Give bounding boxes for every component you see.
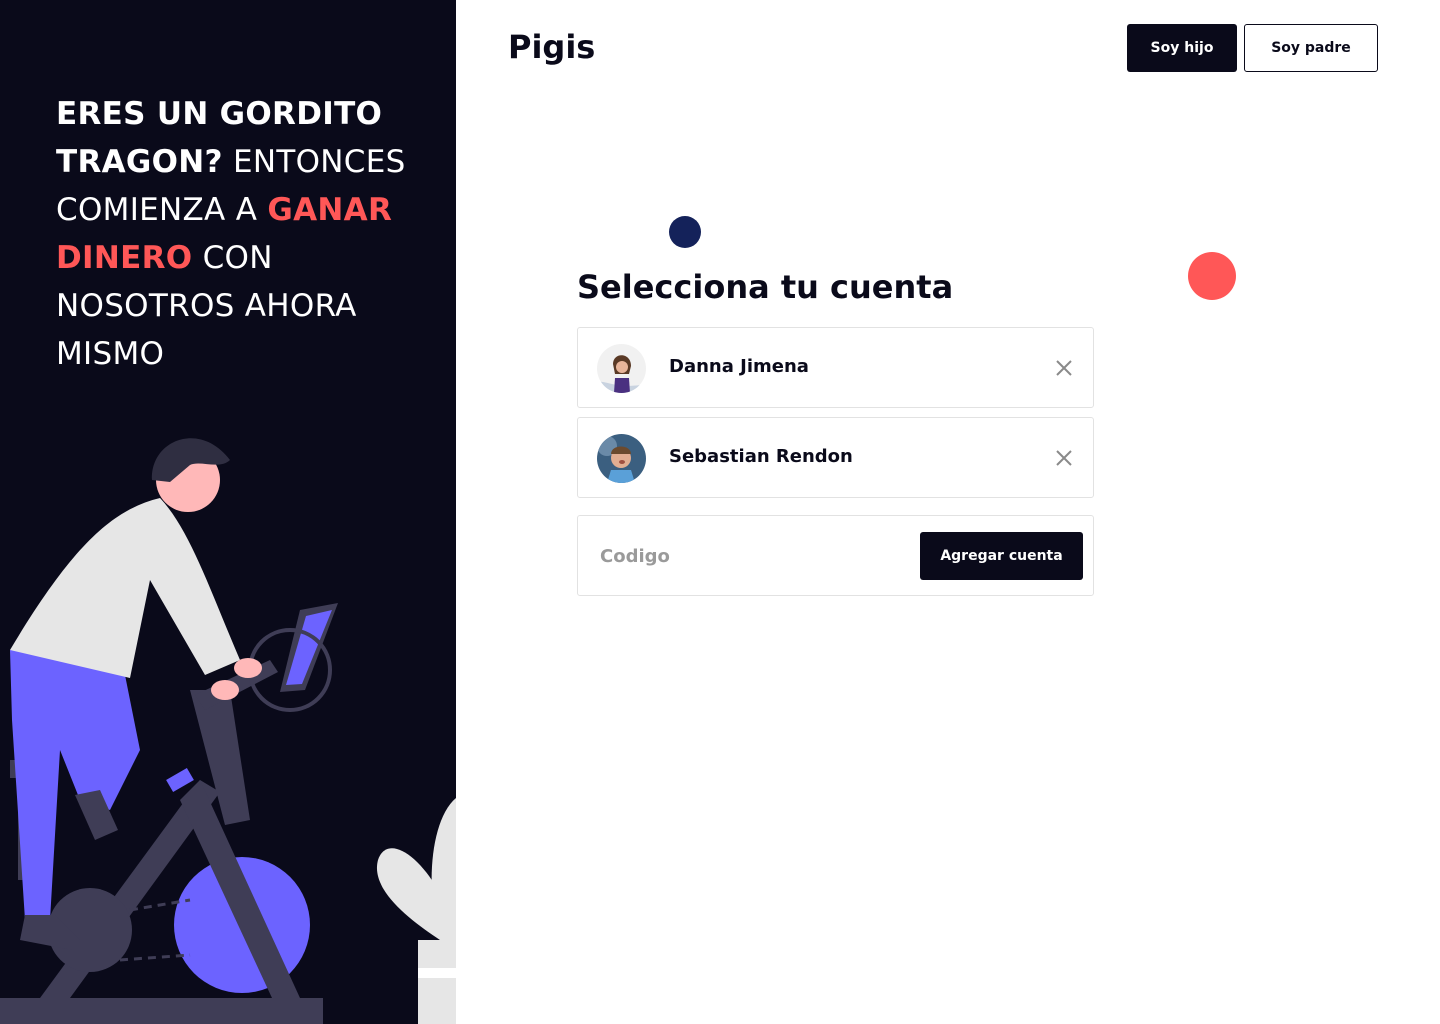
close-icon[interactable] — [1053, 357, 1075, 379]
avatar — [597, 434, 646, 483]
account-name: Sebastian Rendon — [669, 446, 853, 467]
cyclist-illustration — [0, 438, 456, 1024]
plant-illustration — [376, 798, 456, 1024]
decorative-dot-navy — [669, 216, 701, 248]
decorative-dot-red — [1188, 252, 1236, 300]
close-icon[interactable] — [1053, 447, 1075, 469]
account-card[interactable]: Sebastian Rendon — [577, 417, 1094, 498]
account-card[interactable]: Danna Jimena — [577, 327, 1094, 408]
child-mode-button[interactable]: Soy hijo — [1127, 24, 1237, 72]
add-account-button[interactable]: Agregar cuenta — [920, 532, 1083, 580]
brand-logo[interactable]: Pigis — [508, 28, 595, 66]
hero-headline: ERES UN GORDITO TRAGON? ENTONCES COMIENZ… — [56, 90, 416, 378]
add-account-form: Agregar cuenta — [577, 515, 1094, 596]
account-name: Danna Jimena — [669, 356, 809, 377]
code-input[interactable] — [600, 536, 900, 576]
avatar — [597, 344, 646, 393]
parent-mode-button[interactable]: Soy padre — [1244, 24, 1378, 72]
hero-panel: ERES UN GORDITO TRAGON? ENTONCES COMIENZ… — [0, 0, 456, 1024]
page-title: Selecciona tu cuenta — [577, 268, 954, 306]
